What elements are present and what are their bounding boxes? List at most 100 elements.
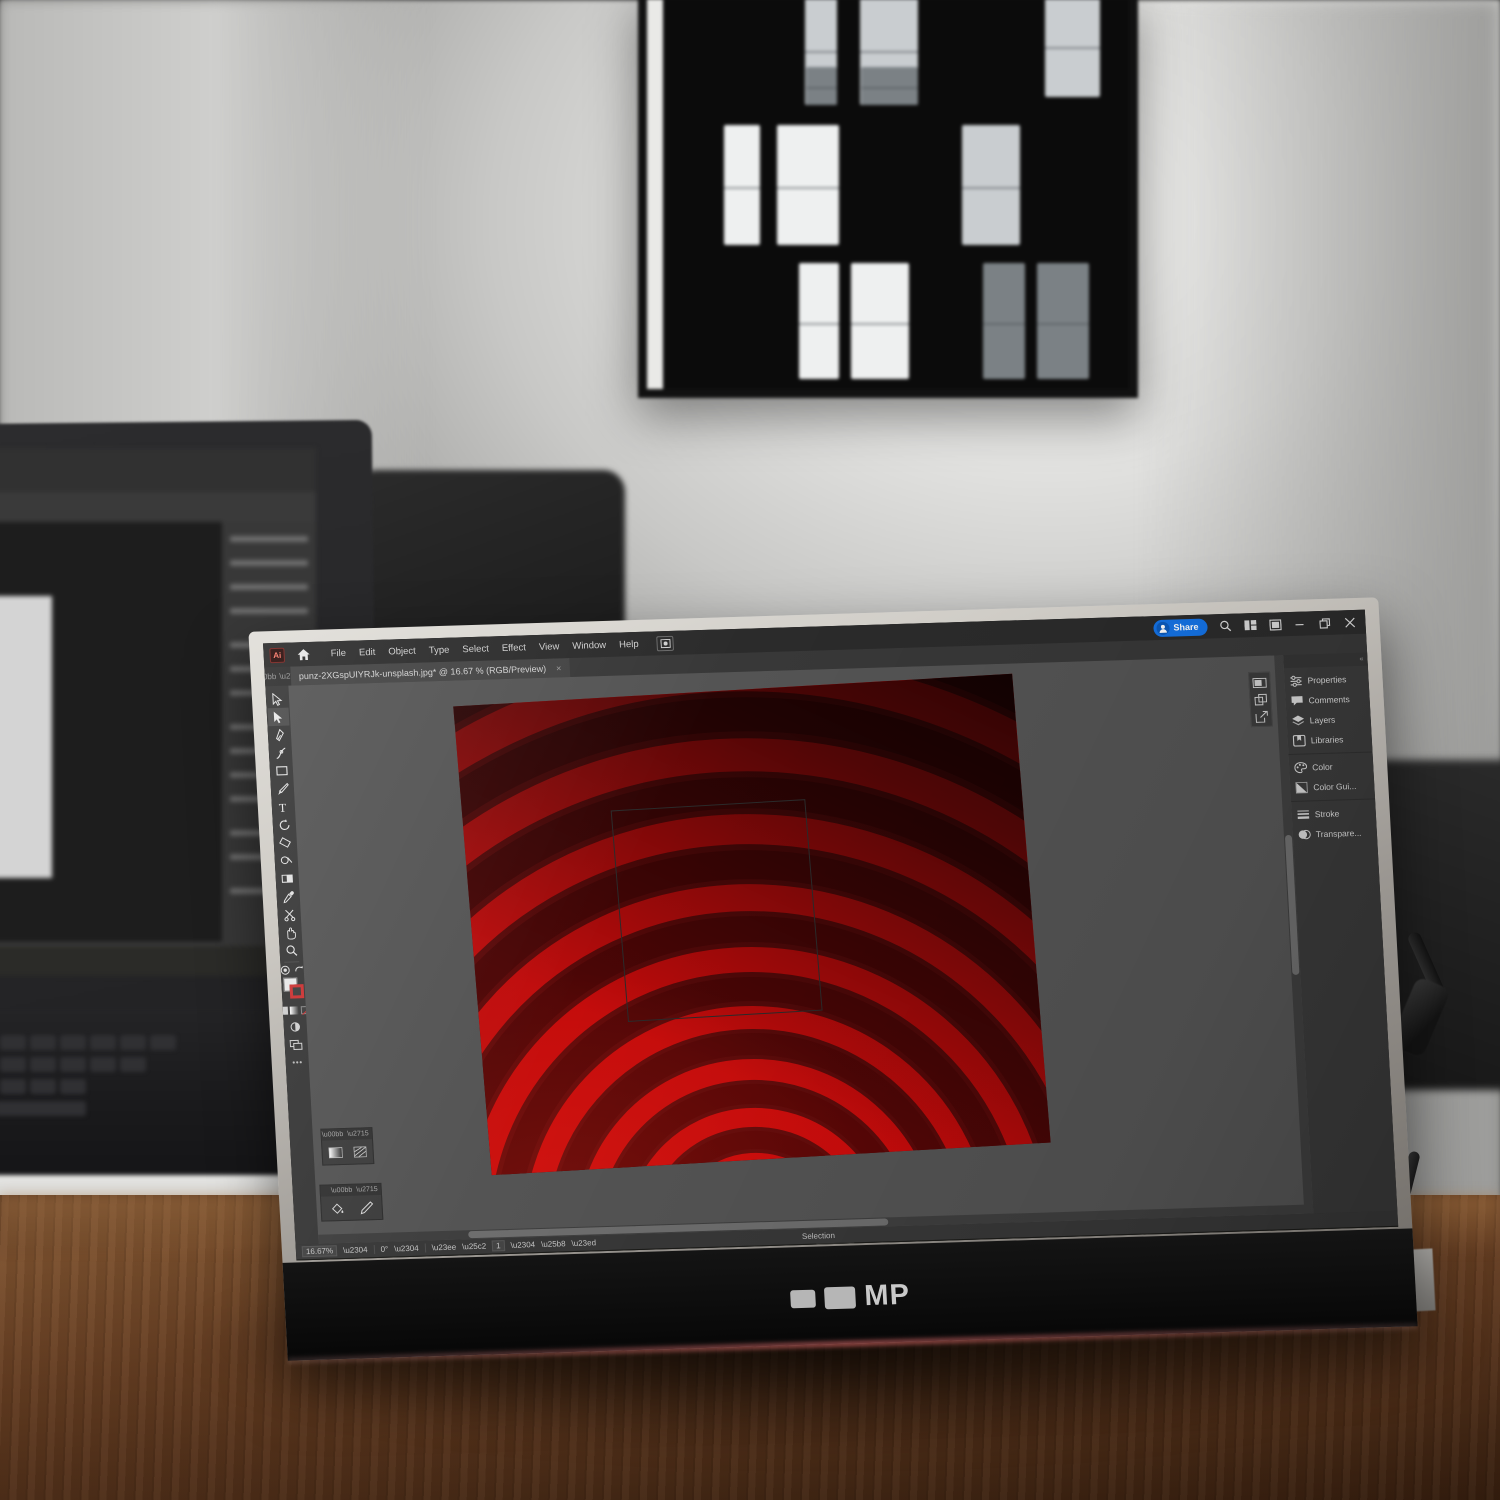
artboard-tool[interactable]: [276, 869, 298, 888]
gradient-color-icon[interactable]: [289, 1006, 300, 1015]
paintbrush-tool[interactable]: [271, 779, 293, 798]
panel-comments[interactable]: Comments: [1285, 689, 1370, 712]
panel-label-color: Color: [1311, 761, 1333, 773]
document-canvas[interactable]: \u00bb \u2715 \u00bb \u2715: [288, 655, 1314, 1244]
layers-icon: [1290, 714, 1305, 728]
stock-search-icon[interactable]: [656, 635, 675, 651]
menu-item-select[interactable]: Select: [462, 643, 489, 655]
illustrator-app-icon[interactable]: Ai: [269, 647, 286, 663]
panel-label-properties: Properties: [1307, 674, 1347, 686]
gradient-tool[interactable]: [275, 851, 297, 870]
art-photo-inner: [647, 0, 1129, 389]
monitor-brand-text: MP: [863, 1278, 911, 1313]
pencil-icon[interactable]: [358, 1200, 375, 1214]
restore-button[interactable]: [1317, 615, 1333, 630]
menu-item-window[interactable]: Window: [572, 639, 606, 651]
gradient-panel-body[interactable]: [322, 1139, 373, 1164]
brush-panel[interactable]: \u00bb \u2715: [319, 1182, 384, 1222]
eyedropper-tool[interactable]: [277, 887, 299, 906]
panel-color[interactable]: Color: [1289, 755, 1374, 778]
panel-label-comments: Comments: [1308, 694, 1350, 706]
panel-collapse-icon[interactable]: \u00bb: [322, 1131, 344, 1139]
fill-mode-icon[interactable]: [279, 965, 291, 976]
rotate-tool[interactable]: [273, 815, 295, 834]
panel-close-icon[interactable]: \u2715: [347, 1130, 369, 1138]
menu-item-effect[interactable]: Effect: [501, 642, 526, 654]
document-tab-close-icon[interactable]: ×: [556, 663, 562, 673]
toolbar-mode-icons[interactable]: [279, 964, 305, 976]
brush-panel-body[interactable]: [321, 1195, 382, 1221]
search-icon[interactable]: [1217, 618, 1233, 633]
menu-item-view[interactable]: View: [539, 641, 560, 653]
art-window: [724, 125, 760, 245]
arrange-documents-icon[interactable]: [1242, 617, 1258, 632]
menu-item-object[interactable]: Object: [388, 645, 416, 657]
export-icon[interactable]: [1253, 710, 1270, 723]
paintbucket-icon[interactable]: [329, 1201, 346, 1215]
gradient-panel[interactable]: \u00bb \u2715: [320, 1127, 375, 1166]
rotate-value[interactable]: 0°: [380, 1245, 388, 1254]
color-wheel-icon: [1293, 760, 1308, 774]
duplicate-icon[interactable]: [1252, 693, 1269, 706]
zoom-tool[interactable]: [280, 941, 302, 960]
panel-color-guide[interactable]: Color Gui...: [1290, 775, 1375, 798]
close-button[interactable]: [1342, 614, 1358, 629]
art-window: [806, 67, 837, 105]
panel-label-layers: Layers: [1309, 714, 1336, 726]
screen-mode-icon[interactable]: [285, 1035, 307, 1054]
artboard-dropdown-icon[interactable]: \u2304: [510, 1240, 535, 1250]
selection-bounding-box: [610, 799, 823, 1022]
scissors-tool[interactable]: [278, 905, 300, 924]
laptop-tabbar: [0, 492, 316, 522]
canvas-floating-toolbar[interactable]: [1248, 671, 1273, 728]
share-avatar-icon: [1156, 621, 1170, 635]
shape-builder-tool[interactable]: [274, 833, 296, 852]
panel-close-icon[interactable]: \u2715: [356, 1186, 378, 1194]
panel-transparency[interactable]: Transpare...: [1292, 822, 1377, 845]
share-button[interactable]: Share: [1153, 618, 1208, 637]
zoom-level[interactable]: 16.67%: [301, 1245, 338, 1258]
rectangle-tool[interactable]: [270, 762, 292, 781]
color-guide-icon: [1294, 780, 1309, 794]
menu-item-file[interactable]: File: [330, 647, 346, 658]
menu-item-type[interactable]: Type: [428, 644, 449, 656]
dock-group-2: Color Color Gui...: [1288, 752, 1376, 802]
framed-building-photo: [638, 0, 1138, 398]
type-tool[interactable]: T: [272, 797, 294, 816]
panel-stroke[interactable]: Stroke: [1291, 802, 1376, 825]
art-left-edge: [647, 0, 663, 389]
screen-mode-icon[interactable]: [1251, 676, 1268, 689]
dock-group-3: Stroke Transpare...: [1291, 799, 1377, 847]
toolbar-more-icon[interactable]: [286, 1053, 308, 1072]
panel-layers[interactable]: Layers: [1286, 709, 1371, 732]
pattern-swatch-icon[interactable]: [351, 1144, 368, 1158]
curvature-tool[interactable]: [269, 744, 291, 763]
home-icon[interactable]: [290, 644, 317, 665]
zoom-dropdown-icon[interactable]: \u2304: [343, 1245, 368, 1255]
menu-item-edit[interactable]: Edit: [359, 646, 376, 657]
gradient-swatch-icon[interactable]: [327, 1145, 344, 1159]
direct-selection-tool[interactable]: [267, 707, 290, 727]
panel-libraries[interactable]: Libraries: [1287, 729, 1372, 752]
panel-collapse-icon[interactable]: \u00bb: [331, 1187, 353, 1195]
artboard-number[interactable]: 1: [491, 1240, 505, 1252]
artboard-last-icon[interactable]: \u23ed: [571, 1238, 596, 1248]
stroke-swatch[interactable]: [289, 984, 304, 999]
fill-stroke-swatches[interactable]: [282, 977, 305, 1004]
artboard-prev-icon[interactable]: \u25c2: [462, 1242, 487, 1252]
minimize-button[interactable]: [1292, 616, 1308, 631]
tabbar-handle[interactable]: \u00bb \u2715: [263, 666, 304, 687]
hand-tool[interactable]: [279, 923, 301, 942]
art-window: [983, 263, 1025, 379]
rotate-dropdown-icon[interactable]: \u2304: [394, 1244, 419, 1254]
selection-tool[interactable]: [267, 690, 289, 709]
panel-properties[interactable]: Properties: [1284, 669, 1369, 692]
workspace-switcher-icon[interactable]: [1267, 617, 1283, 632]
artboard-next-icon[interactable]: \u25b8: [541, 1239, 566, 1249]
pen-tool[interactable]: [269, 726, 291, 745]
portable-monitor: Ai File Edit Object Type Select Effect V…: [248, 597, 1418, 1364]
menu-item-help[interactable]: Help: [619, 638, 639, 650]
artboard-first-icon[interactable]: \u23ee: [431, 1243, 456, 1253]
menu-bar[interactable]: File Edit Object Type Select Effect View…: [330, 638, 639, 658]
drawing-mode-icon[interactable]: [284, 1017, 306, 1036]
